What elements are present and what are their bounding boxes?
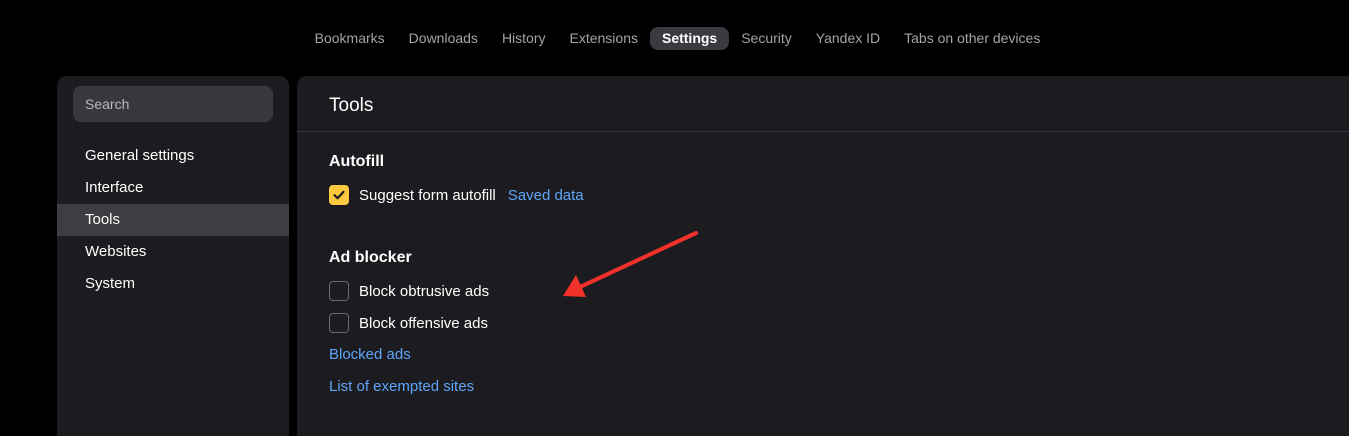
- sidebar-item-system[interactable]: System: [57, 268, 289, 300]
- settings-main-panel: Tools Autofill Suggest form autofill Sav…: [297, 76, 1349, 436]
- sidebar-item-websites[interactable]: Websites: [57, 236, 289, 268]
- tab-yandex-id[interactable]: Yandex ID: [804, 27, 892, 50]
- title-divider: [297, 131, 1349, 132]
- sidebar-item-general-settings[interactable]: General settings: [57, 140, 289, 172]
- suggest-autofill-row: Suggest form autofill Saved data: [329, 185, 584, 205]
- search-input[interactable]: [73, 86, 273, 122]
- tab-downloads[interactable]: Downloads: [397, 27, 490, 50]
- settings-sidebar: General settings Interface Tools Website…: [57, 76, 289, 436]
- tab-bookmarks[interactable]: Bookmarks: [303, 27, 397, 50]
- tab-history[interactable]: History: [490, 27, 558, 50]
- sidebar-menu: General settings Interface Tools Website…: [57, 140, 289, 300]
- suggest-autofill-checkbox[interactable]: [329, 185, 349, 205]
- block-offensive-label: Block offensive ads: [359, 314, 488, 332]
- tab-security[interactable]: Security: [729, 27, 804, 50]
- top-navigation: Bookmarks Downloads History Extensions S…: [0, 26, 1349, 50]
- page-title: Tools: [329, 95, 374, 116]
- block-offensive-row: Block offensive ads: [329, 313, 488, 333]
- tab-settings[interactable]: Settings: [649, 26, 730, 50]
- sidebar-item-interface[interactable]: Interface: [57, 172, 289, 204]
- saved-data-link[interactable]: Saved data: [508, 187, 584, 204]
- tab-tabs-on-other-devices[interactable]: Tabs on other devices: [892, 27, 1052, 50]
- ad-blocker-section-title: Ad blocker: [329, 249, 412, 266]
- block-obtrusive-row: Block obtrusive ads: [329, 281, 489, 301]
- annotation-arrow: [563, 231, 698, 297]
- blocked-ads-link[interactable]: Blocked ads: [329, 346, 411, 363]
- check-icon: [333, 190, 345, 200]
- block-obtrusive-label: Block obtrusive ads: [359, 282, 490, 300]
- block-obtrusive-checkbox[interactable]: [329, 281, 349, 301]
- tab-extensions[interactable]: Extensions: [558, 27, 650, 50]
- suggest-autofill-label: Suggest form autofill: [359, 186, 496, 204]
- exempted-sites-link[interactable]: List of exempted sites: [329, 378, 474, 395]
- block-offensive-checkbox[interactable]: [329, 313, 349, 333]
- sidebar-item-tools[interactable]: Tools: [57, 204, 289, 236]
- autofill-section-title: Autofill: [329, 153, 385, 170]
